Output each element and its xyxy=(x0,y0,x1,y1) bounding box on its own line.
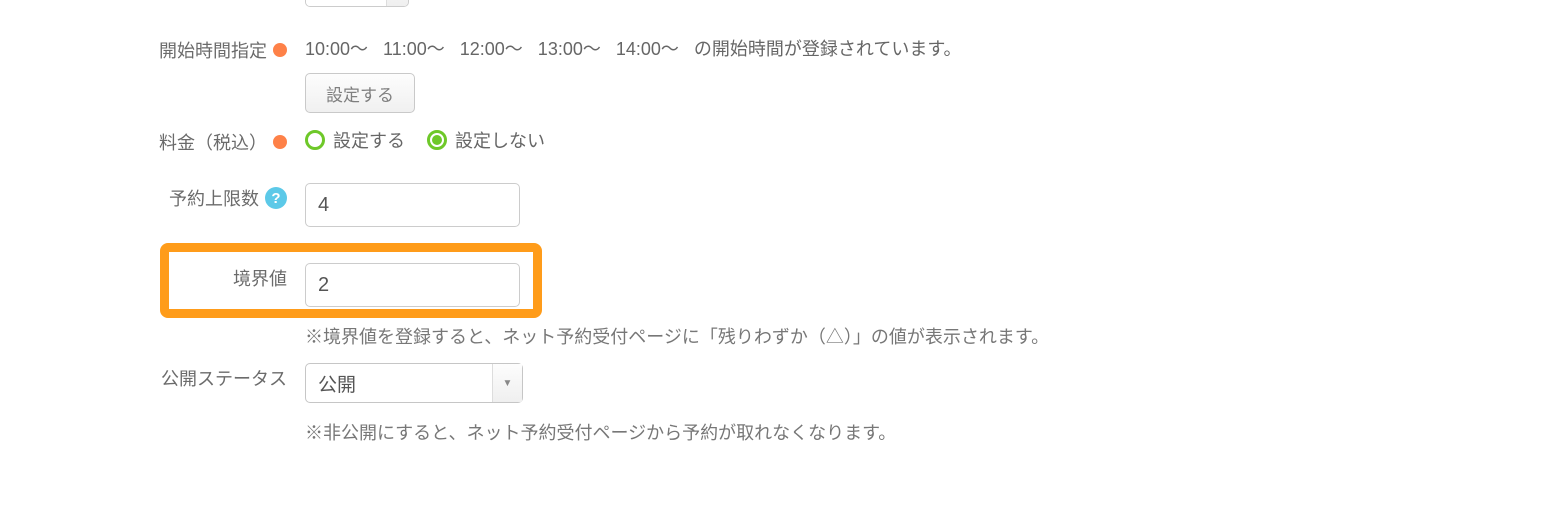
chevron-down-icon[interactable]: ▼ xyxy=(387,0,408,6)
price-radio-set-label: 設定する xyxy=(333,127,405,153)
threshold-note: ※境界値を登録すると、ネット予約受付ページに「残りわずか（△）」の値が表示されま… xyxy=(305,319,1560,349)
start-time-config-button[interactable]: 設定する xyxy=(305,73,415,113)
price-radio-unset-label: 設定しない xyxy=(455,127,545,153)
row-threshold: 境界値 ※境界値を登録すると、ネット予約受付ページに「残りわずか（△）」の値が表… xyxy=(0,261,1560,349)
publish-status-note: ※非公開にすると、ネット予約受付ページから予約が取れなくなります。 xyxy=(305,415,1560,445)
label-reservation-limit-text: 予約上限数 xyxy=(169,185,259,211)
label-threshold-text: 境界値 xyxy=(233,265,287,291)
price-radio-set[interactable]: 設定する xyxy=(305,127,405,153)
help-icon[interactable]: ? xyxy=(265,187,287,209)
chevron-down-icon: ▼ xyxy=(492,364,522,402)
row-publish-status: 公開ステータス 公開 ▼ ※非公開にすると、ネット予約受付ページから予約が取れな… xyxy=(0,361,1560,445)
radio-icon xyxy=(427,130,447,150)
label-price: 料金（税込） xyxy=(0,125,305,155)
label-start-time: 開始時間指定 xyxy=(0,33,305,63)
threshold-input[interactable] xyxy=(305,263,520,307)
duration-unit: 分 xyxy=(419,0,437,1)
label-price-text: 料金（税込） xyxy=(159,129,267,155)
label-publish-status: 公開ステータス xyxy=(0,361,305,391)
duration-input[interactable] xyxy=(306,0,386,6)
price-radio-unset[interactable]: 設定しない xyxy=(427,127,545,153)
required-dot-icon xyxy=(273,43,287,57)
publish-status-value: 公開 xyxy=(306,370,492,397)
row-duration: 所要時間 ▲ ▼ 分 xyxy=(0,0,1560,7)
required-dot-icon xyxy=(273,135,287,149)
row-price: 料金（税込） 設定する 設定しない xyxy=(0,125,1560,155)
label-start-time-text: 開始時間指定 xyxy=(159,37,267,63)
row-reservation-limit: 予約上限数 ? xyxy=(0,181,1560,227)
publish-status-select[interactable]: 公開 ▼ xyxy=(305,363,523,403)
price-radio-group: 設定する 設定しない xyxy=(305,127,1560,153)
row-start-time: 開始時間指定 10:00〜 11:00〜 12:00〜 13:00〜 14:00… xyxy=(0,33,1560,113)
reservation-limit-input[interactable] xyxy=(305,183,520,227)
label-publish-status-text: 公開ステータス xyxy=(161,365,287,391)
start-time-registered-text: 10:00〜 11:00〜 12:00〜 13:00〜 14:00〜 の開始時間… xyxy=(305,35,962,61)
radio-icon xyxy=(305,130,325,150)
settings-form: 所要時間 ▲ ▼ 分 開始時間指定 10:00〜 1 xyxy=(0,0,1560,445)
label-threshold: 境界値 xyxy=(0,261,305,291)
duration-spinner[interactable]: ▲ ▼ xyxy=(305,0,409,7)
label-reservation-limit: 予約上限数 ? xyxy=(0,181,305,211)
